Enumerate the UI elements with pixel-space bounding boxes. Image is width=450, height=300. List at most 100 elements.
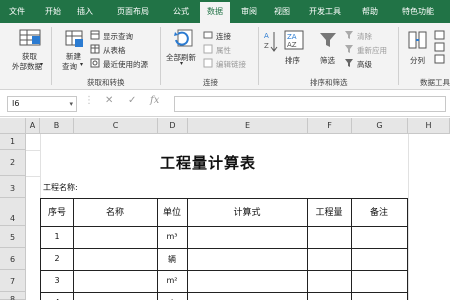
tab-review[interactable]: 审阅 (236, 0, 262, 23)
table-border (41, 292, 407, 293)
get-external-label-2: 外部数据 (12, 62, 42, 71)
table-border (41, 270, 407, 271)
column-header-a[interactable]: A (26, 118, 40, 134)
tab-special-features[interactable]: 特色功能 (390, 0, 446, 23)
enter-icon[interactable]: ✓ (128, 95, 136, 106)
svg-text:ZA: ZA (287, 33, 297, 41)
gridline (408, 134, 409, 300)
unit-cell[interactable]: m² (157, 276, 187, 285)
header-cell-remarks[interactable]: 备注 (351, 199, 407, 227)
text-to-columns-label: 分列 (410, 56, 425, 65)
reapply-label: 重新应用 (357, 46, 387, 55)
formula-input[interactable] (174, 96, 446, 112)
ribbon-divider (51, 27, 52, 85)
advanced-label: 高级 (357, 60, 372, 69)
select-all-corner[interactable] (0, 118, 26, 134)
text-to-columns-icon (408, 31, 427, 49)
properties-icon (203, 44, 213, 54)
column-header-g[interactable]: G (352, 118, 408, 134)
row-number-cell[interactable]: 1 (41, 232, 73, 241)
insert-function-icon[interactable]: fx (150, 95, 159, 106)
show-queries-label: 显示查询 (103, 32, 133, 41)
row-header-8[interactable]: 8 (0, 292, 26, 300)
from-table-label: 从表格 (103, 46, 126, 55)
group-data-tools-label: 数据工具 (420, 78, 450, 87)
tab-file[interactable]: 文件 (2, 0, 32, 23)
reapply-icon (345, 45, 353, 53)
table-border (41, 248, 407, 249)
chevron-down-icon: ▾ (180, 60, 184, 67)
svg-text:Z: Z (264, 42, 269, 50)
column-header-e[interactable]: E (188, 118, 308, 134)
chevron-down-icon: ▾ (80, 61, 84, 68)
svg-text:AZ: AZ (287, 41, 297, 49)
quantity-table: 序号 名称 单位 计算式 工程量 备注 1 m³ 2 辆 3 m² 4 个 (40, 198, 408, 300)
chevron-down-icon[interactable]: ▾ (69, 97, 73, 111)
tab-insert[interactable]: 插入 (72, 0, 98, 23)
unit-cell[interactable]: m³ (157, 232, 187, 241)
row-number-cell[interactable]: 2 (41, 254, 73, 263)
data-tools-small-icons[interactable] (434, 30, 446, 66)
group-connections-label: 连接 (203, 78, 218, 87)
tab-view[interactable]: 视图 (268, 0, 296, 23)
tab-page-layout[interactable]: 页面布局 (108, 0, 158, 23)
edit-links-label: 编辑链接 (216, 60, 246, 69)
svg-text:A: A (264, 32, 269, 40)
cancel-icon[interactable]: ✕ (105, 95, 113, 106)
advanced-filter-icon (345, 59, 353, 67)
unit-cell[interactable]: 辆 (157, 254, 187, 265)
clear-filter-icon (345, 31, 353, 39)
row-header-1[interactable]: 1 (0, 134, 26, 150)
tab-developer[interactable]: 开发工具 (300, 0, 350, 23)
edit-links-icon (203, 58, 213, 68)
row-header-3[interactable]: 3 (0, 176, 26, 198)
group-sort-filter-label: 排序和筛选 (310, 78, 348, 87)
header-cell-quantity[interactable]: 工程量 (307, 199, 351, 227)
row-header-4[interactable]: 4 (0, 198, 26, 226)
tab-data[interactable]: 数据 (200, 2, 230, 23)
sort-label: 排序 (285, 56, 300, 65)
tab-help[interactable]: 帮助 (356, 0, 384, 23)
row-header-5[interactable]: 5 (0, 226, 26, 248)
column-header-b[interactable]: B (40, 118, 74, 134)
sort-az-icon[interactable]: A Z (264, 30, 278, 54)
group-get-transform-label: 获取和转换 (87, 78, 125, 87)
column-header-f[interactable]: F (308, 118, 352, 134)
filter-funnel-icon (320, 33, 336, 47)
refresh-icon (174, 29, 193, 47)
column-header-d[interactable]: D (158, 118, 188, 134)
name-box-value: I6 (12, 99, 20, 108)
column-header-h[interactable]: H (408, 118, 450, 134)
column-header-c[interactable]: C (74, 118, 158, 134)
header-cell-formula[interactable]: 计算式 (187, 199, 307, 227)
clear-label: 清除 (357, 32, 372, 41)
header-cell-no[interactable]: 序号 (41, 199, 73, 227)
formula-bar-grip-icon: ⋮ (84, 95, 94, 106)
chevron-down-icon: ▾ (40, 61, 44, 68)
new-query-icon (65, 30, 83, 47)
gridline (26, 176, 40, 177)
row-header-6[interactable]: 6 (0, 248, 26, 270)
header-cell-name[interactable]: 名称 (73, 199, 157, 227)
table-icon (90, 44, 100, 54)
project-name-label: 工程名称: (43, 183, 78, 192)
ribbon-divider (160, 27, 161, 85)
recent-sources-icon (90, 58, 100, 68)
tab-home[interactable]: 开始 (40, 0, 66, 23)
recent-sources-label: 最近使用的源 (103, 60, 148, 69)
header-cell-unit[interactable]: 单位 (157, 199, 187, 227)
ribbon-divider (398, 27, 399, 85)
connections-icon (203, 31, 213, 39)
row-number-cell[interactable]: 3 (41, 276, 73, 285)
new-query-label-2: 查询 (62, 62, 77, 71)
sort-dialog-icon: ZA AZ (284, 30, 304, 50)
filter-label: 筛选 (320, 56, 335, 65)
properties-label: 属性 (216, 46, 231, 55)
gridline (26, 150, 40, 151)
row-header-2[interactable]: 2 (0, 150, 26, 176)
tab-formulas[interactable]: 公式 (166, 0, 196, 23)
row-header-7[interactable]: 7 (0, 270, 26, 292)
ribbon-tab-bar: 文件 开始 插入 页面布局 公式 数据 审阅 视图 开发工具 帮助 特色功能 (0, 0, 450, 23)
database-table-icon (19, 29, 41, 46)
name-box[interactable]: I6 ▾ (7, 96, 77, 112)
